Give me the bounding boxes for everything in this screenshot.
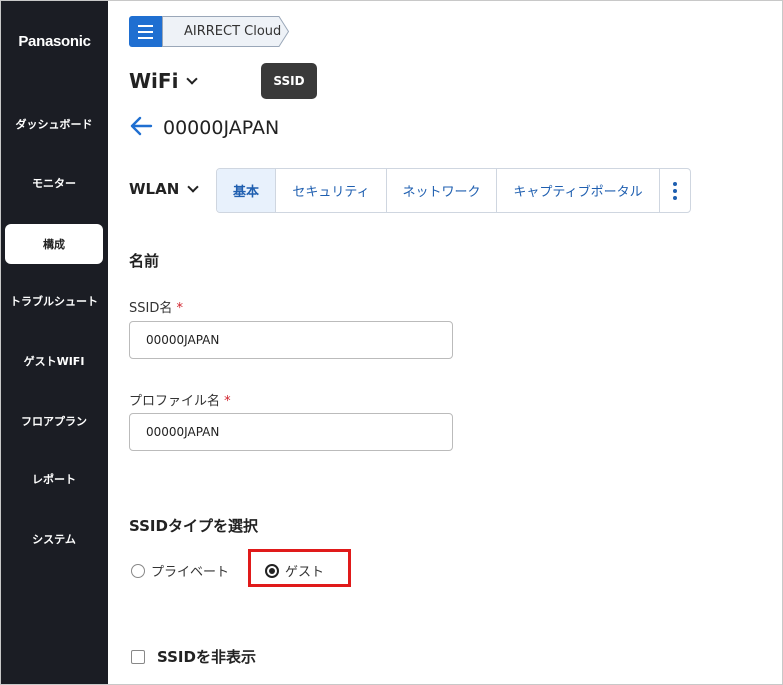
sidebar-item-monitor[interactable]: モニター: [5, 163, 103, 203]
sidebar-item-floor-plan[interactable]: フロアプラン: [5, 401, 103, 441]
page-title: WiFi: [129, 69, 179, 93]
required-mark: *: [176, 301, 184, 316]
hide-ssid-checkbox-row[interactable]: SSIDを非表示: [131, 646, 256, 667]
tab-basic[interactable]: 基本: [217, 169, 276, 212]
hide-ssid-label: SSIDを非表示: [157, 648, 256, 666]
sidebar-item-troubleshoot[interactable]: トラブルシュート: [5, 281, 103, 321]
more-vertical-icon[interactable]: [660, 169, 690, 212]
sidebar: Panasonic ダッシュボード モニター 構成 トラブルシュート ゲストWI…: [1, 1, 108, 684]
profile-name-label: プロファイル名 *: [129, 394, 231, 409]
sidebar-item-report[interactable]: レポート: [5, 459, 103, 499]
ssid-type-section-title: SSIDタイプを選択: [129, 517, 258, 535]
ssid-name-heading: 00000JAPAN: [163, 117, 280, 139]
ssid-name-input[interactable]: [129, 321, 453, 359]
radio-private-label: プライベート: [151, 565, 230, 580]
arrow-left-icon[interactable]: [129, 116, 153, 140]
name-section-title: 名前: [129, 252, 160, 270]
wlan-dropdown[interactable]: WLAN: [129, 180, 199, 198]
radio-private[interactable]: プライベート: [131, 561, 229, 580]
tab-security[interactable]: セキュリティ: [276, 169, 387, 212]
profile-name-input[interactable]: [129, 413, 453, 451]
app-window: Panasonic ダッシュボード モニター 構成 トラブルシュート ゲストWI…: [0, 0, 783, 685]
tab-captive-portal[interactable]: キャプティブポータル: [497, 169, 660, 212]
tab-bar: 基本 セキュリティ ネットワーク キャプティブポータル: [216, 168, 691, 213]
sidebar-item-system[interactable]: システム: [5, 519, 103, 559]
sidebar-item-guest-wifi[interactable]: ゲストWIFI: [5, 341, 103, 381]
breadcrumb-airrect-cloud[interactable]: AIRRECT Cloud: [184, 24, 281, 39]
hamburger-icon[interactable]: [129, 16, 162, 47]
tab-network[interactable]: ネットワーク: [387, 169, 497, 212]
chevron-down-icon: [187, 180, 199, 193]
hide-ssid-checkbox[interactable]: [131, 649, 145, 664]
ssid-name-label: SSID名 *: [129, 301, 184, 316]
sidebar-item-configuration[interactable]: 構成: [5, 224, 103, 264]
highlight-annotation-box: [248, 549, 351, 587]
wifi-dropdown[interactable]: WiFi: [129, 69, 199, 93]
wlan-label: WLAN: [129, 180, 180, 198]
ssid-tooltip: SSID: [261, 63, 317, 99]
sidebar-item-dashboard[interactable]: ダッシュボード: [5, 104, 103, 144]
chevron-down-icon: [186, 72, 199, 85]
required-mark: *: [224, 394, 231, 409]
radio-button[interactable]: [131, 563, 145, 578]
brand-logo: Panasonic: [18, 33, 91, 50]
